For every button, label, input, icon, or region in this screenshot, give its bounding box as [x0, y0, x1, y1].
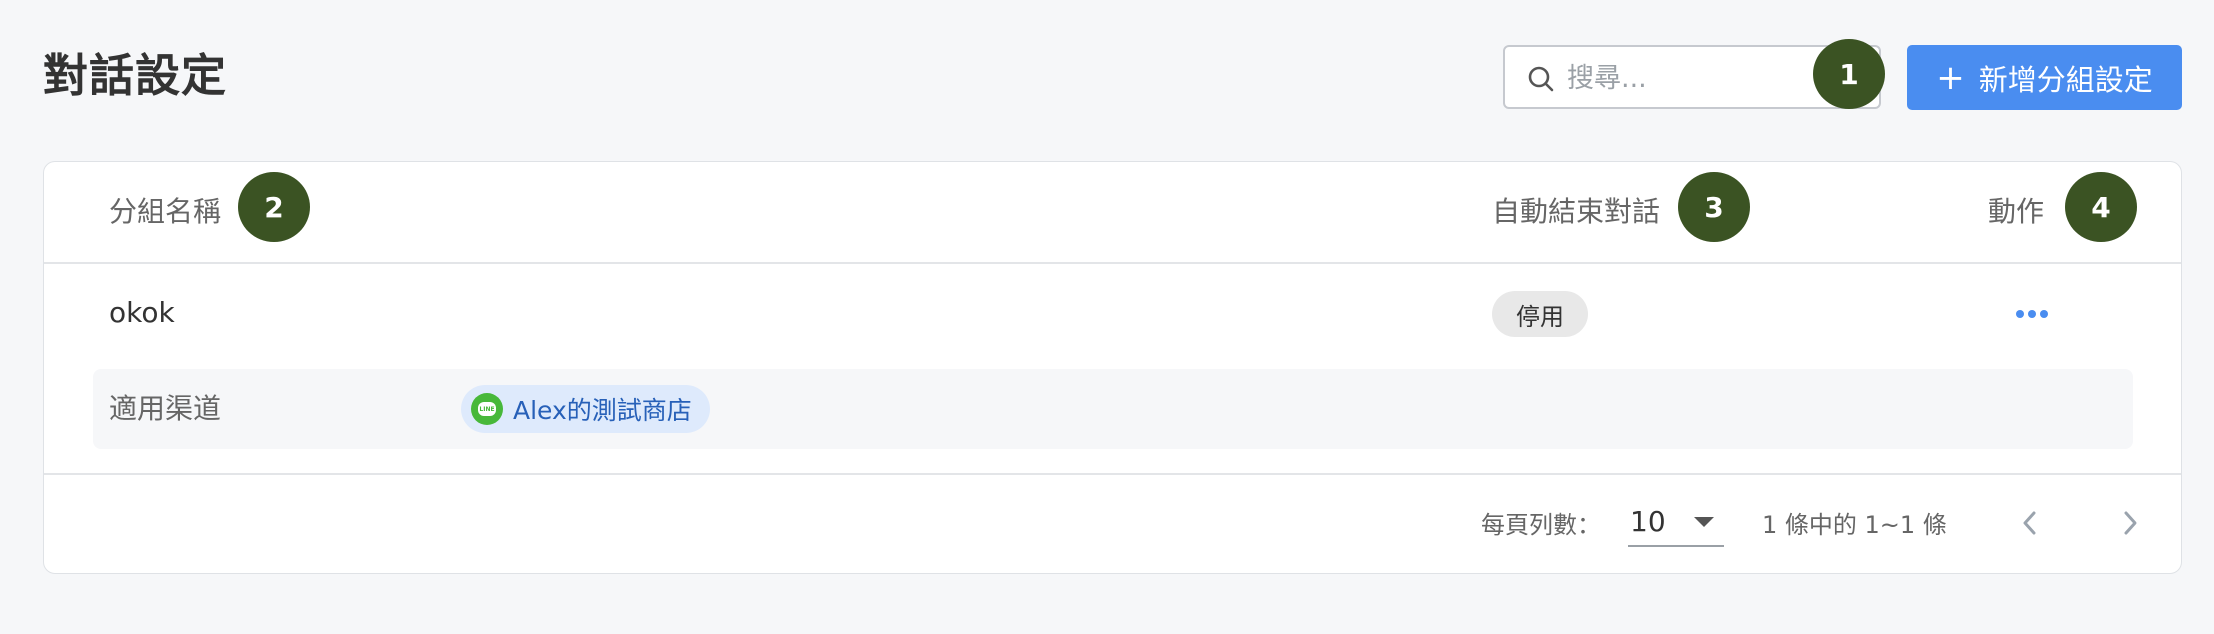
status-badge: 停用 [1492, 291, 1588, 337]
line-icon-bubble: LINE [478, 402, 496, 416]
more-dot-icon [2040, 310, 2048, 318]
group-name-cell: okok [109, 296, 175, 329]
rows-per-page-value: 10 [1630, 505, 1666, 538]
annotation-marker-3: 3 [1678, 172, 1750, 242]
table-header: 分組名稱 自動結束對話 動作 [44, 162, 2181, 264]
chevron-right-icon [2124, 511, 2137, 535]
plus-icon: + [1936, 57, 1965, 98]
line-icon: LINE [471, 393, 503, 425]
column-header-group-name: 分組名稱 [109, 195, 222, 228]
channel-panel: 適用渠道 LINE Alex的測試商店 [93, 369, 2133, 449]
more-actions-button[interactable] [2007, 292, 2057, 336]
page-title: 對話設定 [43, 49, 228, 102]
annotation-marker-1: 1 [1813, 39, 1885, 109]
settings-table: 分組名稱 自動結束對話 動作 okok 停用 適用渠道 LINE Alex的測試… [43, 161, 2182, 574]
column-header-auto-end: 自動結束對話 [1492, 195, 1661, 228]
more-dot-icon [2016, 310, 2024, 318]
caret-down-icon [1694, 517, 1714, 527]
annotation-marker-2: 2 [238, 172, 310, 242]
chevron-left-icon [2023, 511, 2036, 535]
conversation-settings-page: 對話設定 + 新增分組設定 分組名稱 自動結束對話 動作 okok 停用 適用渠… [0, 0, 2214, 634]
channel-chip[interactable]: LINE Alex的測試商店 [461, 385, 710, 433]
annotation-marker-4: 4 [2065, 172, 2137, 242]
previous-page-button[interactable] [2010, 503, 2050, 543]
more-dot-icon [2028, 310, 2036, 318]
add-group-setting-button[interactable]: + 新增分組設定 [1907, 45, 2182, 110]
rows-per-page-label: 每頁列數： [1481, 511, 1601, 539]
column-header-action: 動作 [1988, 195, 2045, 228]
channel-label: 適用渠道 [109, 392, 222, 425]
rows-per-page-select[interactable]: 10 [1628, 497, 1724, 547]
channel-chip-label: Alex的測試商店 [513, 396, 692, 425]
next-page-button[interactable] [2110, 503, 2150, 543]
add-group-setting-label: 新增分組設定 [1978, 62, 2153, 97]
pagination: 每頁列數： 10 1 條中的 1~1 條 [44, 473, 2181, 573]
search-icon [1528, 66, 1554, 92]
pagination-range-text: 1 條中的 1~1 條 [1762, 511, 1947, 539]
